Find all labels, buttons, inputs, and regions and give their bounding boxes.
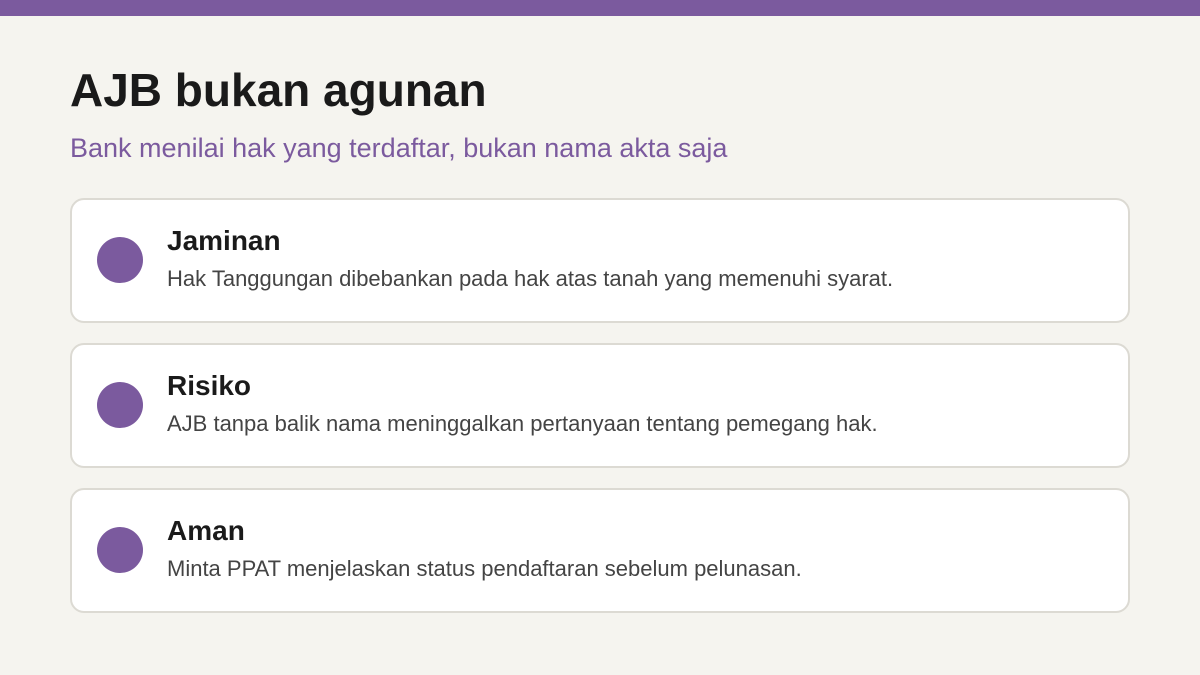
card-text: Minta PPAT menjelaskan status pendaftara…: [167, 556, 802, 581]
bullet-dot-icon: [97, 237, 143, 283]
card-title: Jaminan: [167, 225, 281, 256]
slide-title: AJB bukan agunan: [70, 64, 487, 116]
bullet-dot-icon: [97, 527, 143, 573]
card-risiko: Risiko AJB tanpa balik nama meninggalkan…: [70, 343, 1130, 468]
card-jaminan: Jaminan Hak Tanggungan dibebankan pada h…: [70, 198, 1130, 323]
card-list: Jaminan Hak Tanggungan dibebankan pada h…: [70, 198, 1130, 633]
card-title: Risiko: [167, 370, 252, 401]
card-text: Hak Tanggungan dibebankan pada hak atas …: [167, 266, 894, 291]
card-title: Aman: [167, 515, 245, 546]
card-aman: Aman Minta PPAT menjelaskan status penda…: [70, 488, 1130, 613]
bullet-dot-icon: [97, 382, 143, 428]
slide-subtitle: Bank menilai hak yang terdaftar, bukan n…: [70, 133, 728, 163]
top-accent-bar: [0, 0, 1200, 16]
slide: AJB bukan agunan Bank menilai hak yang t…: [0, 0, 1200, 675]
card-text: AJB tanpa balik nama meninggalkan pertan…: [167, 411, 878, 436]
